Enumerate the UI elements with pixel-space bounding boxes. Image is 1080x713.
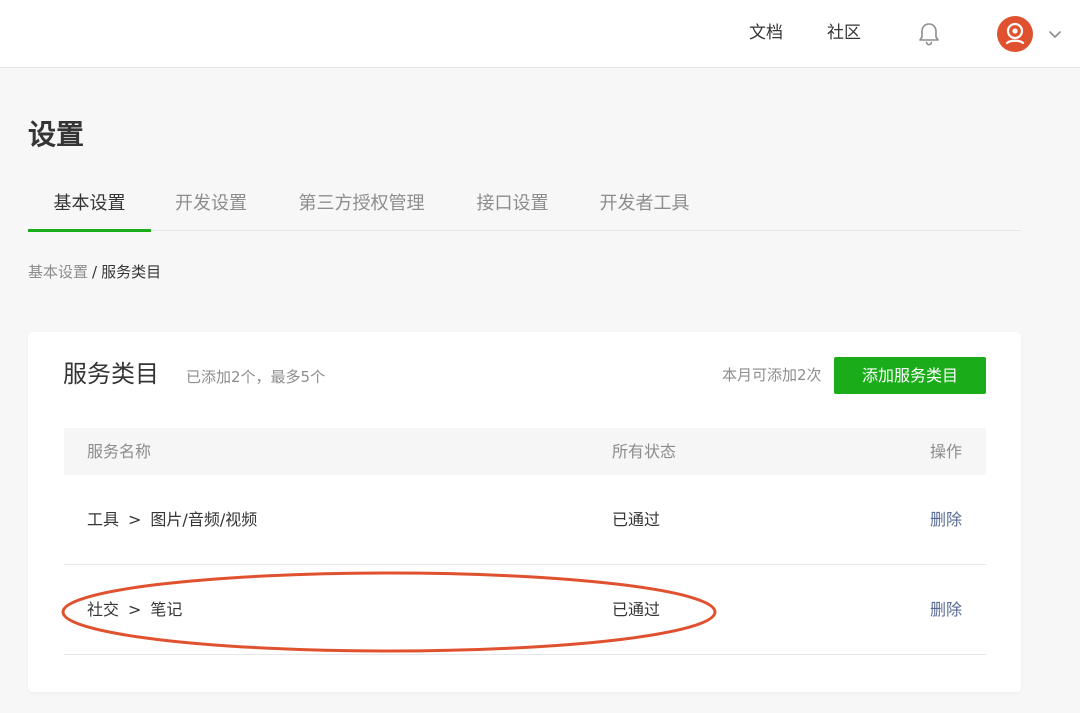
- bell-icon[interactable]: [917, 21, 941, 47]
- community-link[interactable]: 社区: [827, 22, 861, 44]
- category-label: 工具: [87, 510, 120, 529]
- header-status-filter[interactable]: 所有状态: [612, 428, 676, 475]
- page-title: 设置: [28, 118, 85, 151]
- subcategory-label: 笔记: [150, 600, 183, 619]
- service-name: 社交 > 笔记: [87, 599, 182, 621]
- breadcrumb: 基本设置 / 服务类目: [28, 262, 161, 282]
- tab-developer-tools[interactable]: 开发者工具: [597, 178, 692, 231]
- header-operation: 操作: [929, 442, 962, 461]
- table-row: 工具 > 图片/音频/视频 已通过 删除: [64, 475, 986, 565]
- monthly-limit-text: 本月可添加2次: [722, 366, 822, 384]
- table-row: 社交 > 笔记 已通过 删除: [64, 565, 986, 655]
- card-title: 服务类目: [63, 360, 159, 388]
- category-arrow: >: [128, 600, 142, 619]
- status-text: 已通过: [612, 600, 661, 619]
- tab-development-settings[interactable]: 开发设置: [174, 178, 248, 231]
- chevron-down-icon[interactable]: [1047, 26, 1063, 38]
- service-name: 工具 > 图片/音频/视频: [87, 509, 257, 531]
- docs-link[interactable]: 文档: [749, 22, 783, 44]
- add-service-category-button[interactable]: 添加服务类目: [834, 357, 986, 394]
- category-label: 社交: [87, 600, 120, 619]
- tab-basic-settings[interactable]: 基本设置: [28, 178, 151, 232]
- tab-api-settings[interactable]: 接口设置: [475, 178, 550, 231]
- breadcrumb-current: 服务类目: [101, 263, 162, 281]
- top-bar: 文档 社区: [0, 0, 1080, 68]
- table-header: 服务名称 所有状态 操作: [64, 428, 986, 475]
- user-avatar[interactable]: [997, 16, 1033, 52]
- settings-tabs: 基本设置 开发设置 第三方授权管理 接口设置 开发者工具: [28, 178, 1021, 232]
- service-category-card: 服务类目 已添加2个，最多5个 本月可添加2次 添加服务类目 服务名称 所有状态…: [28, 332, 1021, 692]
- header-service-name: 服务名称: [87, 442, 152, 461]
- breadcrumb-parent[interactable]: 基本设置: [28, 263, 88, 281]
- delete-link[interactable]: 删除: [930, 509, 962, 531]
- delete-link[interactable]: 删除: [930, 599, 962, 621]
- subcategory-label: 图片/音频/视频: [150, 510, 258, 529]
- status-text: 已通过: [612, 510, 661, 529]
- category-count: 已添加2个，最多5个: [186, 368, 326, 386]
- category-arrow: >: [128, 510, 142, 529]
- breadcrumb-separator: /: [92, 263, 98, 281]
- tab-third-party-authorization[interactable]: 第三方授权管理: [296, 178, 427, 231]
- service-category-table: 服务名称 所有状态 操作 工具 > 图片/音频/视频 已通过 删除 社交 > 笔记 已通…: [64, 428, 986, 655]
